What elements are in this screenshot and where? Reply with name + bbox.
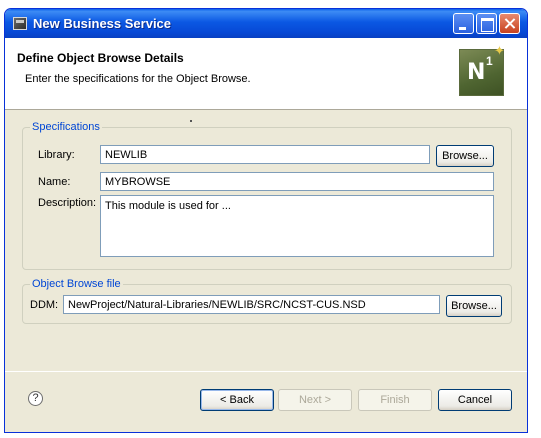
dialog-window: New Business Service Define Object Brows… bbox=[4, 8, 528, 433]
object-browse-file-legend: Object Browse file bbox=[30, 278, 123, 290]
stray-dot bbox=[190, 120, 192, 122]
footer-separator bbox=[5, 371, 527, 372]
specifications-legend: Specifications bbox=[30, 121, 102, 133]
help-icon[interactable]: ? bbox=[28, 391, 43, 406]
close-button[interactable] bbox=[499, 13, 520, 34]
back-button[interactable]: < Back bbox=[200, 389, 274, 411]
library-field[interactable] bbox=[100, 145, 430, 164]
ddm-label: DDM: bbox=[30, 299, 59, 311]
natural-one-logo-icon: N 1 ✦ bbox=[459, 43, 505, 96]
library-label: Library: bbox=[38, 149, 75, 161]
finish-button[interactable]: Finish bbox=[358, 389, 432, 411]
page-title: Define Object Browse Details bbox=[17, 51, 184, 65]
name-label: Name: bbox=[38, 176, 71, 188]
title-bar[interactable]: New Business Service bbox=[5, 9, 527, 38]
page-description: Enter the specifications for the Object … bbox=[25, 73, 251, 85]
next-button[interactable]: Next > bbox=[278, 389, 352, 411]
name-field[interactable] bbox=[100, 172, 494, 191]
library-browse-button[interactable]: Browse... bbox=[436, 145, 494, 167]
ddm-browse-button[interactable]: Browse... bbox=[446, 295, 502, 317]
window-title: New Business Service bbox=[33, 16, 172, 31]
description-label: Description: bbox=[38, 197, 97, 209]
description-field[interactable]: This module is used for ... bbox=[100, 195, 494, 257]
cancel-button[interactable]: Cancel bbox=[438, 389, 512, 411]
ddm-field[interactable] bbox=[63, 295, 440, 314]
application-icon bbox=[13, 17, 27, 30]
minimize-button[interactable] bbox=[453, 13, 474, 34]
wizard-header: Define Object Browse Details Enter the s… bbox=[5, 38, 527, 110]
maximize-button[interactable] bbox=[476, 13, 497, 34]
